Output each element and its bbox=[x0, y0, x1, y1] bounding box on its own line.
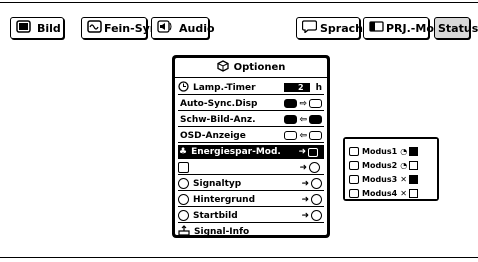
menu-item-osd-anzeige[interactable]: OSD-Anzeige ⇦ bbox=[178, 129, 324, 143]
speech-bubble-icon bbox=[301, 20, 318, 36]
plant-icon: ♣ bbox=[179, 147, 188, 157]
arrow-right-icon: ➜ bbox=[301, 210, 309, 221]
arrow-icon: ⇦ bbox=[299, 114, 307, 125]
menu-item-signal-info[interactable]: Signal-Info bbox=[178, 225, 324, 239]
submenu-item-modus2[interactable]: Modus2 ◔ bbox=[349, 159, 433, 171]
selected-marker-icon bbox=[409, 146, 419, 156]
selected-marker-icon bbox=[408, 174, 418, 184]
tab-prj-mode[interactable]: PRJ.-Mode bbox=[363, 17, 449, 39]
leaf-icon bbox=[349, 174, 359, 184]
menu-item-hintergrund[interactable]: Hintergrund ➜ bbox=[178, 193, 324, 207]
menu-item-schw-bild-anz[interactable]: Schw-Bild-Anz. ⇦ bbox=[178, 113, 324, 127]
projector-icon bbox=[369, 20, 384, 36]
tab-audio[interactable]: Audio bbox=[151, 17, 215, 39]
menu-item-signaltyp[interactable]: Signaltyp ➜ bbox=[178, 177, 324, 191]
timer-icon: ◔ bbox=[400, 160, 408, 170]
network-icon bbox=[309, 162, 320, 173]
arrow-right-icon: ➜ bbox=[301, 194, 309, 205]
toggle-on-icon bbox=[284, 99, 298, 108]
submenu-item-modus1[interactable]: Modus1 ◔ bbox=[349, 145, 433, 157]
startup-image-icon bbox=[178, 210, 189, 221]
toggle-on-icon bbox=[284, 115, 298, 124]
leaf-icon bbox=[308, 147, 318, 157]
marker-icon bbox=[409, 160, 419, 170]
arrow-icon: ⇦ bbox=[299, 130, 307, 141]
menu-item-ip[interactable]: ➜ bbox=[178, 161, 324, 175]
menu-title: Optionen bbox=[175, 58, 327, 78]
arrow-icon: ⇨ bbox=[299, 98, 307, 109]
timer-off-icon: ✕ bbox=[400, 174, 407, 184]
background-icon bbox=[178, 194, 189, 205]
signal-type-icon bbox=[178, 178, 189, 189]
leaf-icon bbox=[349, 160, 359, 170]
timer-icon: ◔ bbox=[400, 146, 408, 156]
options-icon bbox=[216, 60, 229, 75]
arrow-right-icon: ➜ bbox=[298, 147, 306, 157]
rgb-icon bbox=[311, 178, 322, 189]
leaf-icon bbox=[349, 188, 359, 198]
bottom-rule bbox=[0, 257, 478, 258]
tab-fein-sync[interactable]: Fein-Sync. bbox=[81, 17, 168, 39]
tab-bild[interactable]: Bild bbox=[10, 17, 64, 39]
marker-icon bbox=[408, 188, 418, 198]
ip-icon bbox=[178, 162, 189, 173]
tab-sprache[interactable]: Sprache bbox=[296, 17, 370, 39]
toggle-off-icon bbox=[309, 115, 322, 124]
timer-off-icon: ✕ bbox=[400, 188, 407, 198]
optionen-menu: Optionen Lamp.-Timer 2 h Auto-Sync.Disp … bbox=[172, 55, 330, 238]
submenu-item-modus4[interactable]: Modus4 ✕ bbox=[349, 187, 433, 199]
menu-item-auto-sync-disp[interactable]: Auto-Sync.Disp ⇨ bbox=[178, 97, 324, 111]
sync-icon bbox=[87, 20, 102, 36]
lamp-timer-icon bbox=[178, 80, 189, 95]
startup-preview-icon bbox=[311, 210, 322, 221]
top-rule bbox=[0, 2, 478, 3]
arrow-right-icon: ➜ bbox=[301, 178, 309, 189]
toggle-on-icon bbox=[284, 131, 298, 140]
picture-icon bbox=[16, 20, 31, 36]
speaker-icon bbox=[157, 20, 173, 36]
toggle-off-icon bbox=[309, 99, 322, 108]
toggle-off-icon bbox=[309, 131, 322, 140]
signal-info-icon bbox=[178, 225, 190, 239]
arrow-right-icon: ➜ bbox=[299, 162, 307, 173]
menu-item-lamp-timer[interactable]: Lamp.-Timer 2 h bbox=[178, 80, 324, 95]
lamp-timer-value: 2 bbox=[284, 83, 310, 92]
leaf-icon bbox=[349, 146, 359, 156]
background-preview-icon bbox=[311, 194, 322, 205]
menu-item-startbild[interactable]: Startbild ➜ bbox=[178, 209, 324, 223]
tab-status[interactable]: Status bbox=[434, 17, 478, 39]
menu-item-energiespar-mod[interactable]: ♣ Energiespar-Mod. ➜ bbox=[178, 145, 324, 159]
submenu-item-modus3[interactable]: Modus3 ✕ bbox=[349, 173, 433, 185]
